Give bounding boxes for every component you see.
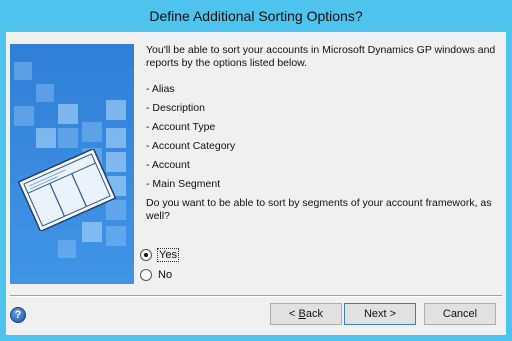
list-item: - Account <box>146 159 190 171</box>
sort-options-list: - Alias - Description - Account Type - A… <box>146 83 496 197</box>
list-item: - Description <box>146 102 205 114</box>
dialog-client-area: You'll be able to sort your accounts in … <box>6 32 506 335</box>
list-item: - Account Type <box>146 121 216 133</box>
radio-no-button[interactable] <box>140 269 152 281</box>
wizard-content: You'll be able to sort your accounts in … <box>146 44 496 223</box>
help-glyph: ? <box>14 309 22 321</box>
list-item: - Main Segment <box>146 178 221 190</box>
radio-no-label[interactable]: No <box>158 269 172 281</box>
intro-text: You'll be able to sort your accounts in … <box>146 44 496 69</box>
back-rest: ack <box>305 308 323 320</box>
radio-no[interactable]: No <box>140 269 172 281</box>
wizard-side-panel <box>10 44 134 284</box>
title-bar[interactable]: Define Additional Sorting Options? <box>0 0 512 32</box>
segment-question: Do you want to be able to sort by segmen… <box>146 197 492 222</box>
next-label: Next > <box>363 308 397 320</box>
radio-yes-button[interactable] <box>140 249 152 261</box>
radio-yes[interactable]: Yes <box>140 248 179 262</box>
footer-divider <box>10 295 502 297</box>
radio-yes-label[interactable]: Yes <box>157 248 179 262</box>
wizard-window: Define Additional Sorting Options? You'l… <box>0 0 512 341</box>
back-mnemonic: B <box>298 308 306 320</box>
list-item: - Account Category <box>146 140 236 152</box>
next-button[interactable]: Next > <box>344 303 416 325</box>
back-button[interactable]: < Back <box>270 303 342 325</box>
framework-document-illustration <box>17 149 117 231</box>
cancel-label: Cancel <box>442 308 478 320</box>
list-item: - Alias <box>146 83 175 95</box>
cancel-button[interactable]: Cancel <box>424 303 496 325</box>
window-title: Define Additional Sorting Options? <box>149 8 363 24</box>
help-circle-icon[interactable]: ? <box>10 307 26 323</box>
back-prefix: < <box>289 308 299 320</box>
